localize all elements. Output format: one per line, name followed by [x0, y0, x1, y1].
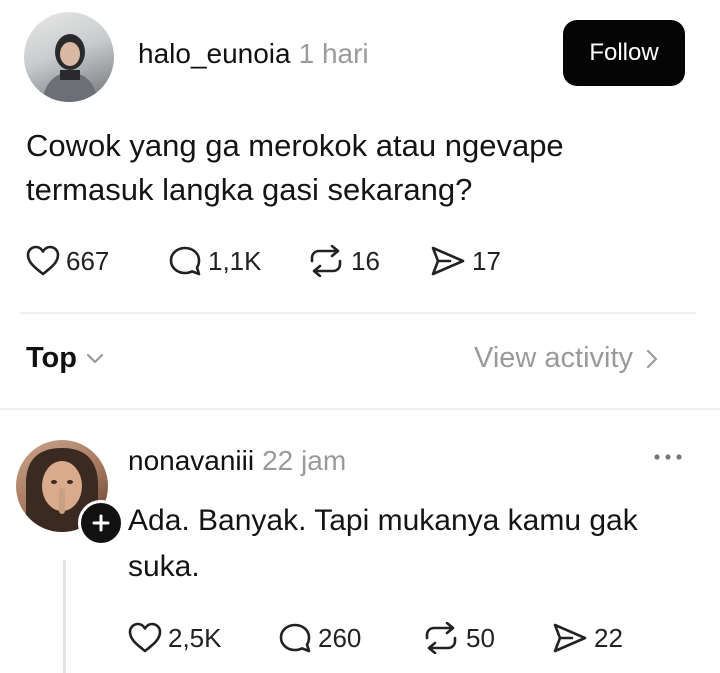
chevron-down-icon [86, 353, 104, 363]
comment-bubble-icon [169, 246, 201, 276]
like-count: 667 [66, 245, 110, 276]
view-activity-label: View activity [474, 342, 634, 374]
follow-plus-button[interactable] [78, 500, 124, 546]
post-username[interactable]: halo_eunoia [138, 38, 291, 70]
reply-text-line: Ada. Banyak. Tapi mukanya kamu gak [128, 504, 638, 537]
repost-button[interactable]: 16 [307, 245, 380, 277]
reply-like-count: 2,5K [168, 622, 222, 653]
reply-comment-count: 260 [318, 622, 362, 653]
heart-icon [26, 245, 60, 276]
post-timestamp: 1 hari [298, 38, 369, 69]
avatar-photo-icon [42, 34, 98, 102]
reply-share-count: 22 [594, 622, 623, 653]
reply-like-button[interactable]: 2,5K [128, 622, 222, 654]
chevron-right-icon [646, 349, 658, 368]
reply-text-line: suka. [128, 550, 200, 583]
reply-timestamp: 22 jam [262, 445, 347, 476]
share-count: 17 [472, 245, 501, 276]
send-icon [553, 623, 587, 653]
repost-icon [310, 245, 342, 277]
divider [0, 408, 720, 410]
share-button[interactable]: 17 [430, 245, 501, 277]
reply-share-button[interactable]: 22 [552, 622, 623, 654]
reply-comment-button[interactable]: 260 [278, 622, 361, 654]
post-author-avatar[interactable] [24, 12, 114, 102]
post-text-line: Cowok yang ga merokok atau ngevape [26, 128, 564, 163]
post-text-line: termasuk langka gasi sekarang? [26, 172, 473, 207]
sort-dropdown[interactable]: Top [26, 342, 105, 375]
reply-username[interactable]: nonavaniii [128, 445, 254, 477]
comment-button[interactable]: 1,1K [168, 245, 262, 277]
post-body: Cowok yang ga merokok atau ngevape terma… [26, 124, 666, 212]
divider [20, 312, 696, 314]
thread-line [63, 560, 66, 673]
repost-count: 16 [351, 245, 380, 276]
follow-button[interactable]: Follow [563, 20, 685, 86]
more-options-button[interactable] [652, 450, 684, 468]
send-icon [431, 246, 465, 276]
reply-repost-button[interactable]: 50 [422, 622, 495, 654]
repost-icon [425, 622, 457, 654]
like-button[interactable]: 667 [26, 245, 109, 277]
heart-icon [128, 622, 162, 653]
view-activity-link[interactable]: View activity [474, 342, 659, 375]
reply-body: Ada. Banyak. Tapi mukanya kamu gak suka. [128, 498, 688, 590]
sort-label: Top [26, 342, 77, 374]
more-dots-icon [654, 454, 682, 460]
comment-count: 1,1K [208, 245, 262, 276]
reply-repost-count: 50 [466, 622, 495, 653]
comment-bubble-icon [279, 623, 311, 653]
plus-icon [92, 514, 110, 532]
